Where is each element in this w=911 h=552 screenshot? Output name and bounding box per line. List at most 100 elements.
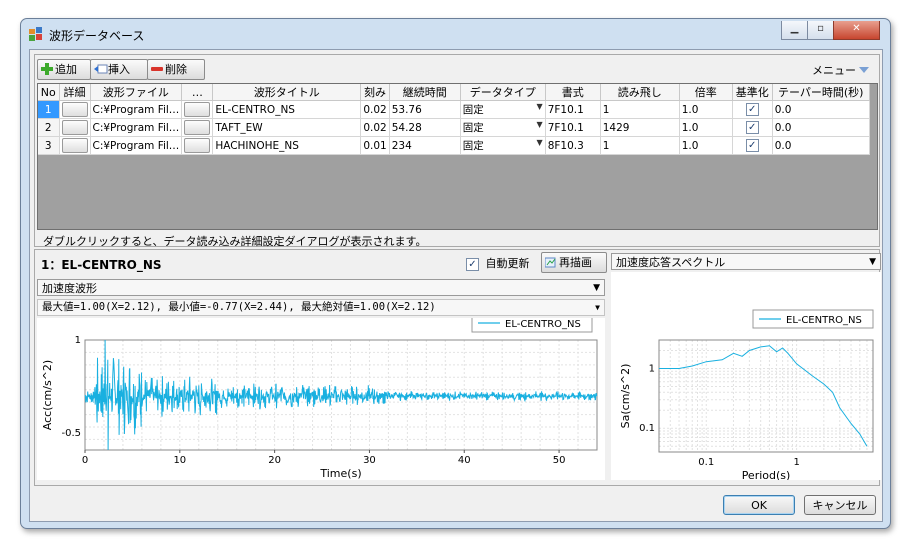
row-number: 2 bbox=[44, 121, 52, 134]
x-tick-label: 10 bbox=[173, 455, 186, 466]
dt-cell[interactable]: 0.02 bbox=[360, 118, 390, 137]
browse-cell[interactable] bbox=[181, 136, 214, 155]
redraw-icon bbox=[544, 255, 557, 268]
taper-cell[interactable]: 0.0 bbox=[772, 100, 870, 119]
skip-value: 1429 bbox=[602, 121, 630, 134]
waveform-table[interactable]: No 詳細 波形ファイル… 波形タイトル 刻み 継続時間 データタイプ 書式 読み飛し 倍率 基準化… bbox=[37, 83, 878, 230]
browse-cell[interactable] bbox=[181, 118, 214, 137]
column-header[interactable]: 読み飛し bbox=[600, 84, 680, 101]
chevron-down-icon: ▼ bbox=[536, 102, 543, 111]
legend-label: EL-CENTRO_NS bbox=[786, 315, 862, 326]
column-header[interactable]: 詳細 bbox=[59, 84, 91, 101]
file-path: C:¥Program Fil… bbox=[92, 121, 180, 134]
waveform-preview-panel: 1：EL-CENTRO_NS ✓ 自動更新 再描画 加速度応答スペクトル ▼ 加速… bbox=[34, 249, 881, 486]
dt-cell[interactable]: 0.01 bbox=[360, 136, 390, 155]
column-header[interactable]: … bbox=[181, 84, 214, 101]
redraw-button[interactable]: 再描画 bbox=[541, 252, 607, 273]
series-line bbox=[84, 339, 598, 451]
spectrum-type-select[interactable]: 加速度応答スペクトル ▼ bbox=[611, 253, 881, 270]
cancel-button[interactable]: キャンセル bbox=[804, 495, 876, 515]
waveform-list-panel: 追加 挿入 削除 メニュー No 詳細 波形ファイル… 波形タイトル 刻み 継続時間 データ… bbox=[34, 54, 880, 248]
column-header[interactable]: 継続時間 bbox=[389, 84, 461, 101]
detail-button[interactable] bbox=[61, 102, 88, 117]
data-type-select[interactable]: 固定 ▼ bbox=[460, 136, 546, 155]
column-header[interactable]: データタイプ bbox=[460, 84, 546, 101]
format-cell[interactable]: 8F10.3 bbox=[545, 136, 601, 155]
duration-cell[interactable]: 234 bbox=[389, 136, 461, 155]
browse-button[interactable] bbox=[184, 138, 211, 153]
browse-cell[interactable] bbox=[181, 100, 214, 119]
title-cell[interactable]: TAFT_EW bbox=[212, 118, 362, 137]
column-header[interactable]: 基準化 bbox=[732, 84, 773, 101]
table-row[interactable]: 1 C:¥Program Fil… EL-CENTRO_NS 0.02 53.76 固定 ▼… bbox=[38, 100, 870, 119]
detail-button[interactable] bbox=[61, 120, 88, 135]
chevron-down-icon: ▼ bbox=[595, 303, 600, 312]
browse-button[interactable] bbox=[184, 102, 211, 117]
wave-type-select[interactable]: 加速度波形 ▼ bbox=[37, 279, 605, 296]
scale-cell[interactable]: 1.0 bbox=[679, 100, 733, 119]
data-type-select[interactable]: 固定 ▼ bbox=[460, 100, 546, 119]
scale-cell[interactable]: 1.0 bbox=[679, 118, 733, 137]
detail-button[interactable] bbox=[61, 138, 88, 153]
auto-update-checkbox[interactable]: ✓ 自動更新 bbox=[466, 255, 530, 271]
chevron-down-icon: ▼ bbox=[869, 257, 876, 267]
column-header[interactable]: No bbox=[38, 84, 60, 101]
format-value: 7F10.1 bbox=[547, 103, 584, 116]
minus-icon bbox=[151, 62, 163, 74]
menu-dropdown[interactable]: メニュー bbox=[812, 62, 869, 78]
table-row[interactable]: 3 C:¥Program Fil… HACHINOHE_NS 0.01 234 固定 ▼ 8F… bbox=[38, 136, 870, 155]
add-button[interactable]: 追加 bbox=[37, 59, 91, 80]
scale-cell[interactable]: 1.0 bbox=[679, 136, 733, 155]
column-header[interactable]: 波形タイトル bbox=[212, 84, 362, 101]
duration-cell[interactable]: 53.76 bbox=[389, 100, 461, 119]
detail-cell[interactable] bbox=[59, 136, 91, 155]
format-value: 8F10.3 bbox=[547, 139, 584, 152]
detail-cell[interactable] bbox=[59, 100, 91, 119]
title-cell[interactable]: EL-CENTRO_NS bbox=[212, 100, 362, 119]
row-header[interactable]: 1 bbox=[38, 100, 60, 119]
data-type-select[interactable]: 固定 ▼ bbox=[460, 118, 546, 137]
skip-cell[interactable]: 1 bbox=[600, 100, 680, 119]
dt-cell[interactable]: 0.02 bbox=[360, 100, 390, 119]
skip-cell[interactable]: 1 bbox=[600, 136, 680, 155]
table-row[interactable]: 2 C:¥Program Fil… TAFT_EW 0.02 54.28 固定 ▼ 7F10.… bbox=[38, 118, 870, 137]
maximize-button[interactable]: ▫ bbox=[807, 21, 834, 40]
file-cell[interactable]: C:¥Program Fil… bbox=[90, 136, 183, 155]
skip-cell[interactable]: 1429 bbox=[600, 118, 680, 137]
normalize-checkbox[interactable]: ✓ bbox=[732, 100, 773, 119]
row-header[interactable]: 2 bbox=[38, 118, 60, 137]
checkbox-check-icon: ✓ bbox=[745, 139, 759, 152]
column-header[interactable]: 書式 bbox=[545, 84, 601, 101]
minimize-button[interactable]: ▁ bbox=[781, 21, 808, 40]
skip-value: 1 bbox=[602, 139, 610, 152]
file-cell[interactable]: C:¥Program Fil… bbox=[90, 100, 183, 119]
browse-button[interactable] bbox=[184, 120, 211, 135]
delete-button[interactable]: 削除 bbox=[147, 59, 205, 80]
taper-cell[interactable]: 0.0 bbox=[772, 118, 870, 137]
format-cell[interactable]: 7F10.1 bbox=[545, 118, 601, 137]
detail-cell[interactable] bbox=[59, 118, 91, 137]
close-button[interactable]: ✕ bbox=[833, 21, 880, 40]
x-axis-label: Period(s) bbox=[742, 469, 791, 480]
x-tick-label: 0 bbox=[82, 455, 88, 466]
wave-stats-field[interactable]: 最大値=1.00(X=2.12), 最小値=-0.77(X=2.44), 最大絶… bbox=[37, 299, 605, 316]
column-header[interactable]: 刻み bbox=[360, 84, 390, 101]
normalize-checkbox[interactable]: ✓ bbox=[732, 118, 773, 137]
title-bar[interactable]: 波形データベース ▁ ▫ ✕ bbox=[21, 19, 890, 49]
title-cell[interactable]: HACHINOHE_NS bbox=[212, 136, 362, 155]
ok-button[interactable]: OK bbox=[723, 495, 795, 515]
column-header[interactable]: テーパー時間(秒) bbox=[772, 84, 870, 101]
scale-value: 1.0 bbox=[681, 121, 699, 134]
time-step: 0.02 bbox=[363, 121, 387, 134]
file-cell[interactable]: C:¥Program Fil… bbox=[90, 118, 183, 137]
duration-cell[interactable]: 54.28 bbox=[389, 118, 461, 137]
insert-button[interactable]: 挿入 bbox=[90, 59, 148, 80]
taper-cell[interactable]: 0.0 bbox=[772, 136, 870, 155]
format-cell[interactable]: 7F10.1 bbox=[545, 100, 601, 119]
column-header[interactable]: 倍率 bbox=[679, 84, 733, 101]
normalize-checkbox[interactable]: ✓ bbox=[732, 136, 773, 155]
row-header[interactable]: 3 bbox=[38, 136, 60, 155]
close-icon: ✕ bbox=[852, 23, 861, 34]
column-header[interactable]: 波形ファイル bbox=[90, 84, 183, 101]
y-tick-label: 1 bbox=[75, 335, 81, 346]
